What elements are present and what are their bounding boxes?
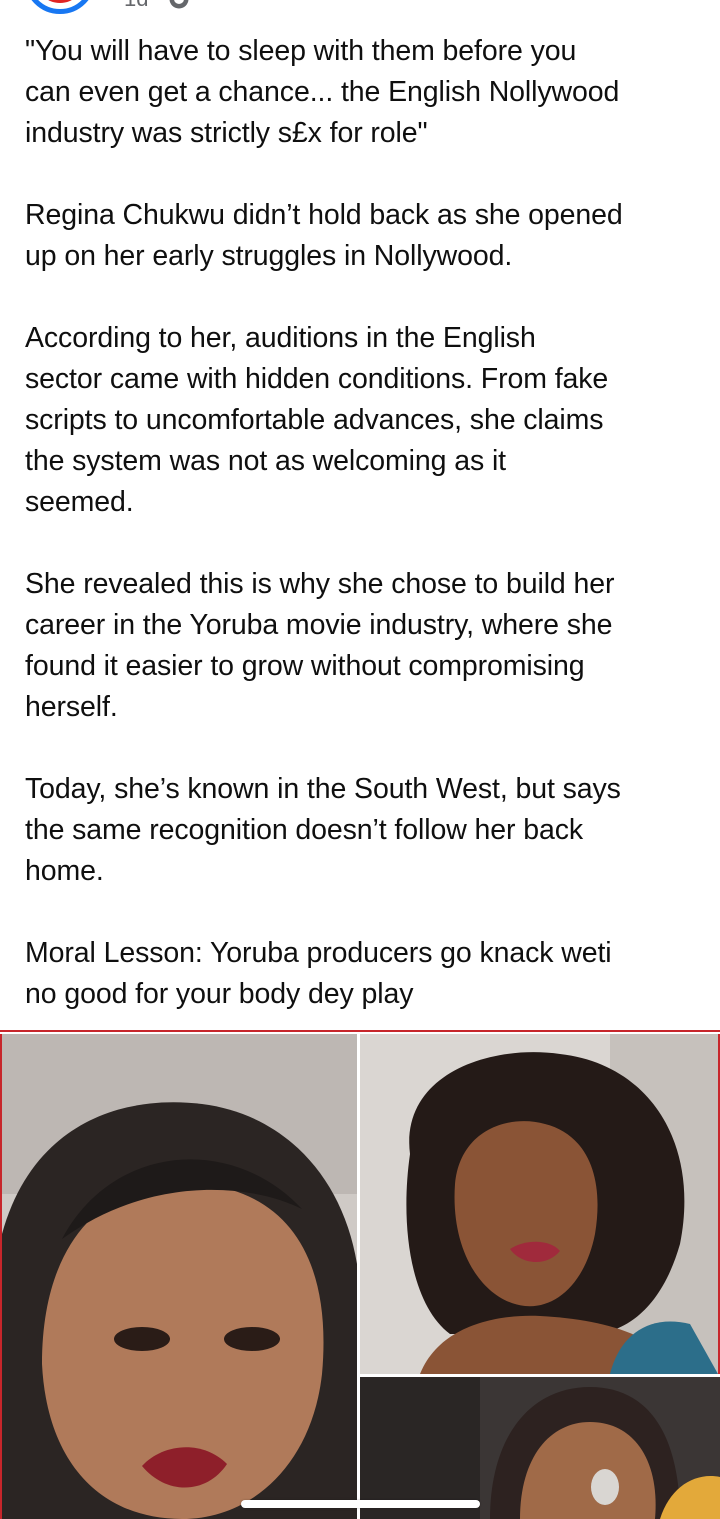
globe-icon <box>169 0 189 9</box>
portrait-image <box>360 1377 720 1519</box>
post-paragraph: Moral Lesson: Yoruba producers go knack … <box>25 937 612 1010</box>
avatar-logo <box>35 0 85 3</box>
photo-braids[interactable] <box>360 1377 720 1519</box>
post-header: 1d <box>0 0 720 24</box>
post-paragraph: According to her, auditions in the Engli… <box>25 322 609 518</box>
post-paragraph: She revealed this is why she chose to bu… <box>25 568 615 723</box>
photo-portrait-closeup[interactable] <box>0 1034 357 1519</box>
post-paragraph: Regina Chukwu didn’t hold back as she op… <box>25 199 623 272</box>
photo-curly-hair[interactable] <box>360 1034 720 1374</box>
home-indicator[interactable] <box>241 1500 480 1508</box>
post-timestamp[interactable]: 1d <box>124 0 148 12</box>
post-body: "You will have to sleep with them before… <box>25 31 705 1015</box>
page-avatar-icon[interactable] <box>24 0 96 14</box>
post-paragraph: Today, she’s known in the South West, bu… <box>25 773 621 887</box>
post-photo-collage[interactable] <box>0 1030 720 1519</box>
post-paragraph: "You will have to sleep with them before… <box>25 35 620 149</box>
portrait-image <box>360 1034 718 1374</box>
portrait-image <box>2 1034 357 1519</box>
